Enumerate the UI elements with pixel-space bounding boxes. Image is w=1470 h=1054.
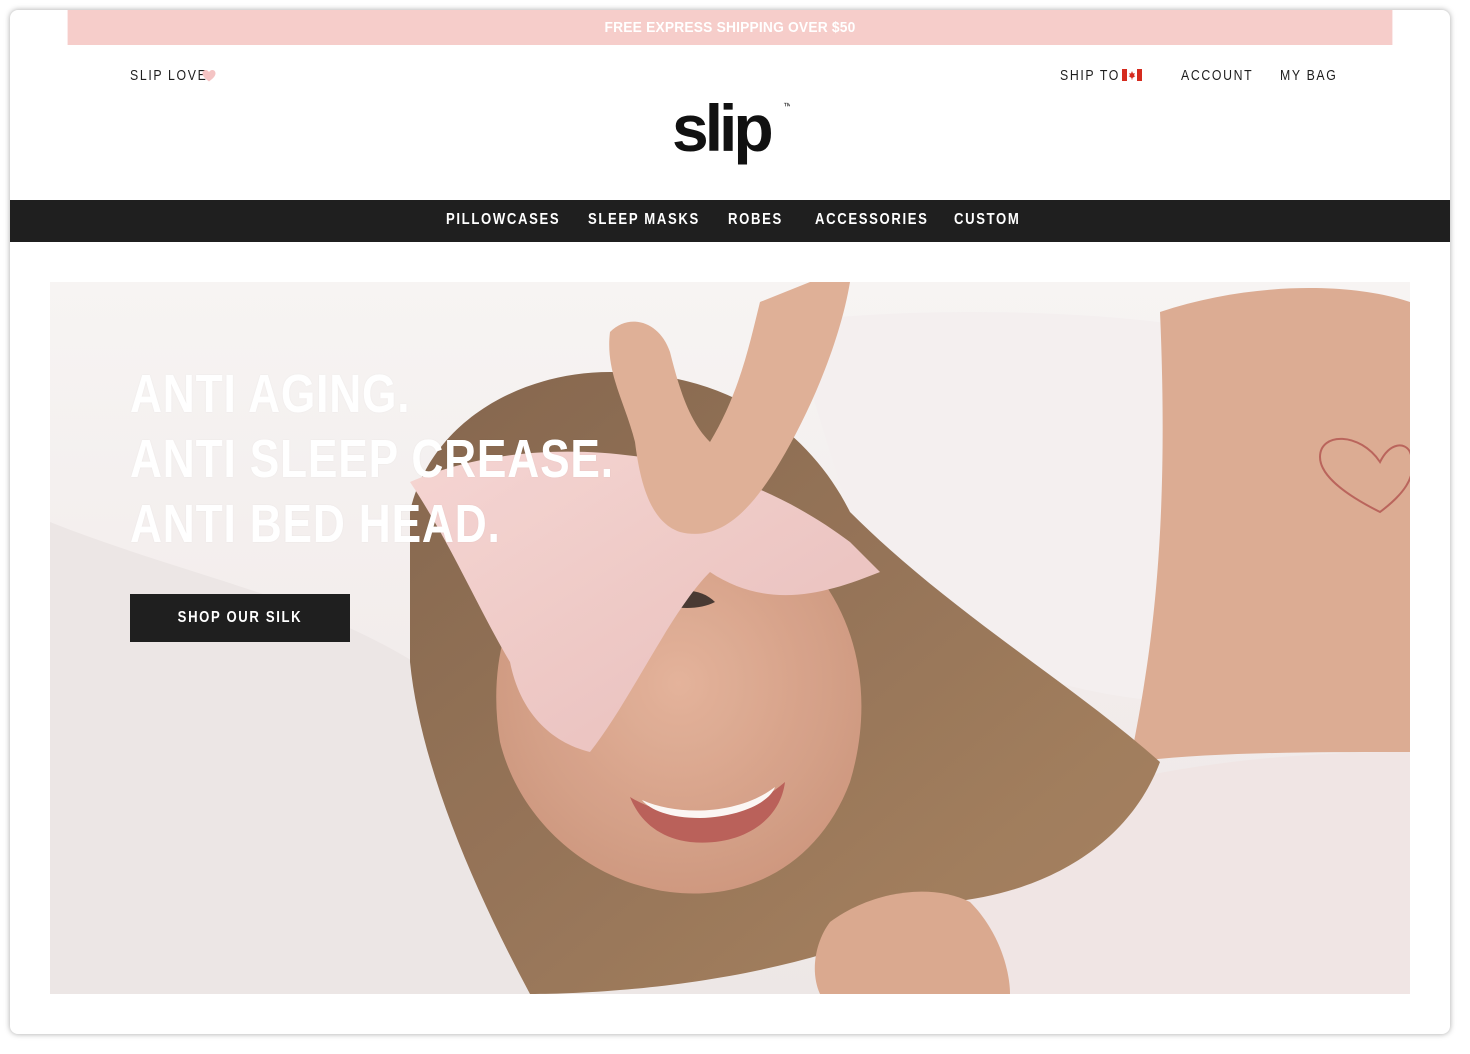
- account-link[interactable]: ACCOUNT: [1181, 67, 1269, 85]
- my-bag-link[interactable]: MY BAG: [1280, 67, 1350, 85]
- slip-love-label: SLIP LOVE: [130, 67, 208, 84]
- headline-line-1: ANTI AGING.: [130, 364, 411, 424]
- nav-item-accessories[interactable]: ACCESSORIES: [815, 211, 929, 229]
- trademark-mark: ™: [783, 101, 790, 111]
- logo-text: slip: [672, 91, 771, 165]
- slip-logo-mark: slip ™: [672, 91, 792, 165]
- slip-logo[interactable]: slip ™: [670, 89, 792, 169]
- nav-item-custom[interactable]: CUSTOM: [954, 211, 1020, 229]
- hero-headline: ANTI AGING. ANTI SLEEP CREASE. ANTI BED …: [130, 362, 720, 557]
- main-navigation: PILLOWCASES SLEEP MASKS ROBES ACCESSORIE…: [10, 200, 1450, 242]
- headline-line-3: ANTI BED HEAD.: [130, 494, 501, 554]
- shop-our-silk-button[interactable]: SHOP OUR SILK: [130, 594, 350, 642]
- ship-to-label: SHIP TO: [1060, 67, 1121, 84]
- promo-banner: FREE EXPRESS SHIPPING OVER $50: [67, 10, 1393, 45]
- account-label: ACCOUNT: [1181, 67, 1254, 84]
- nav-item-robes[interactable]: ROBES: [728, 211, 783, 229]
- canada-flag-icon[interactable]: [1122, 69, 1142, 81]
- nav-item-sleep-masks[interactable]: SLEEP MASKS: [588, 211, 700, 229]
- hero-banner: ANTI AGING. ANTI SLEEP CREASE. ANTI BED …: [50, 282, 1410, 994]
- promo-text: FREE EXPRESS SHIPPING OVER $50: [604, 19, 856, 36]
- shop-our-silk-label: SHOP OUR SILK: [177, 609, 303, 626]
- headline-line-2: ANTI SLEEP CREASE.: [130, 429, 614, 489]
- my-bag-label: MY BAG: [1280, 67, 1338, 84]
- nav-item-pillowcases[interactable]: PILLOWCASES: [446, 211, 560, 229]
- browser-window: FREE EXPRESS SHIPPING OVER $50 SLIP LOVE…: [10, 10, 1450, 1034]
- site-header: SLIP LOVE SHIP TO ACCOUNT MY BAG slip ™: [10, 45, 1450, 200]
- heart-icon: [202, 70, 216, 82]
